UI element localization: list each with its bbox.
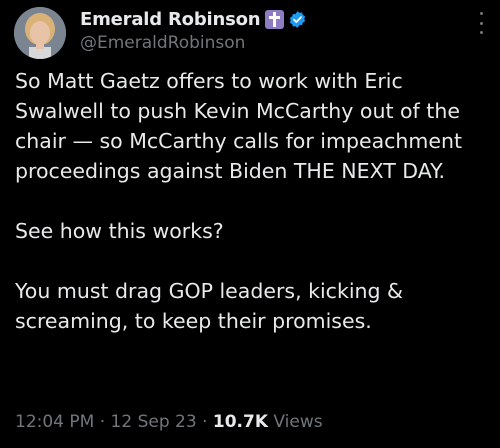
avatar[interactable] [14, 7, 66, 59]
cross-icon [265, 9, 285, 29]
tweet-header: Emerald Robinson @EmeraldRobinson [80, 6, 307, 53]
tweet-paragraph: See how this works? [15, 219, 224, 243]
views-label: Views [273, 412, 323, 432]
more-options-icon[interactable] [478, 12, 484, 34]
tweet-paragraph: So Matt Gaetz offers to work with Eric S… [15, 69, 463, 183]
author-display-name[interactable]: Emerald Robinson [80, 9, 261, 30]
tweet-date[interactable]: 12 Sep 23 [111, 412, 197, 432]
tweet-text: So Matt Gaetz offers to work with Eric S… [15, 66, 485, 336]
meta-separator: · [202, 412, 208, 432]
tweet-meta: 12:04 PM · 12 Sep 23 · 10.7K Views [15, 412, 323, 432]
author-handle[interactable]: @EmeraldRobinson [80, 33, 307, 53]
tweet-paragraph: You must drag GOP leaders, kicking & scr… [15, 279, 404, 333]
name-row: Emerald Robinson [80, 6, 307, 32]
tweet: Emerald Robinson @EmeraldRobinson So Mat… [0, 0, 500, 448]
views-count: 10.7K [212, 412, 269, 432]
meta-separator: · [99, 412, 106, 432]
verified-badge-icon[interactable] [288, 10, 307, 29]
avatar-image [14, 7, 66, 59]
tweet-time[interactable]: 12:04 PM [15, 412, 94, 432]
